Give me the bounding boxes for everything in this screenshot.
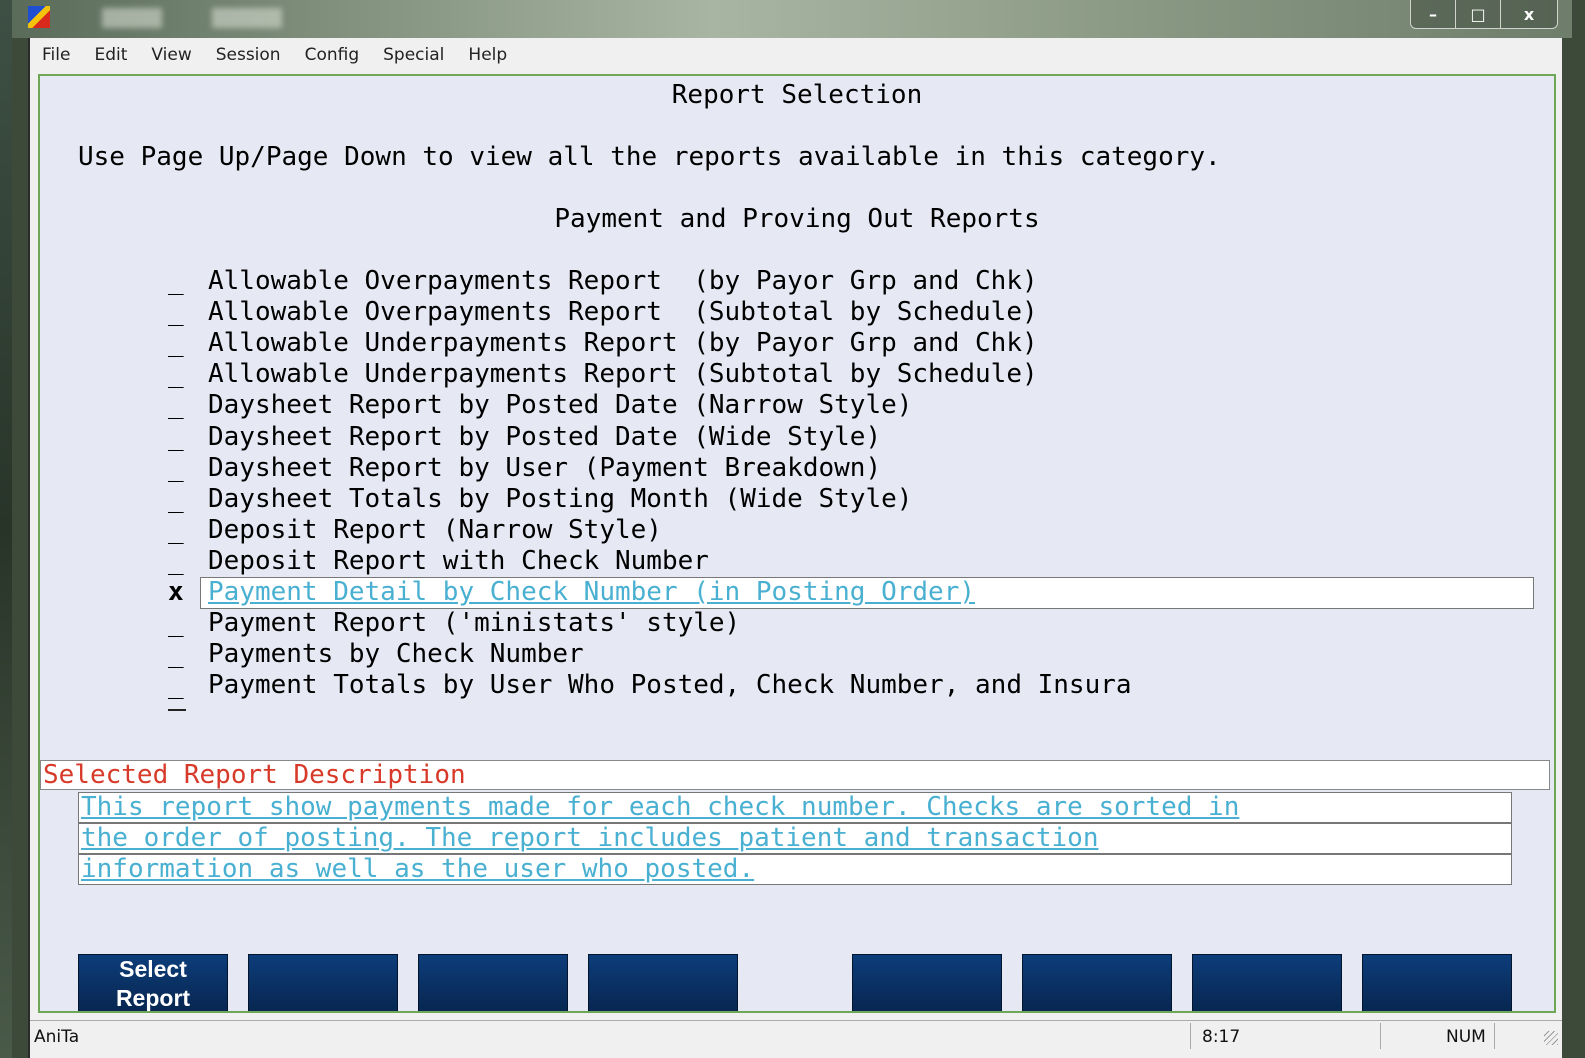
status-user: AniTa — [34, 1027, 80, 1047]
menu-help[interactable]: Help — [456, 45, 519, 65]
description-text: information as well as the user who post… — [81, 854, 755, 884]
report-label: Daysheet Report by Posted Date (Narrow S… — [208, 390, 913, 421]
description-line[interactable]: This report show payments made for each … — [78, 792, 1512, 823]
report-item[interactable]: _ Allowable Underpayments Report (by Payo… — [168, 328, 1532, 359]
report-label: Payment Report ('ministats' style) — [208, 608, 741, 639]
function-key-2[interactable] — [248, 954, 398, 1011]
report-label: Deposit Report (Narrow Style) — [208, 514, 662, 545]
app-icon[interactable] — [28, 6, 50, 28]
window-controls: – □ x — [1410, 0, 1558, 29]
report-item[interactable]: _ Deposit Report with Check Number — [168, 546, 1532, 577]
function-key-5[interactable] — [852, 954, 1002, 1011]
report-item[interactable]: _ Allowable Overpayments Report (by Payor… — [168, 266, 1532, 297]
report-item[interactable]: _ Payment Totals by User Who Posted, Chec… — [168, 670, 1532, 701]
title-text-blurred — [102, 8, 162, 28]
report-label: Allowable Overpayments Report (by Payor … — [208, 266, 1038, 296]
report-label: Allowable Underpayments Report (Subtotal… — [208, 359, 1038, 390]
description-line[interactable]: information as well as the user who post… — [78, 854, 1512, 885]
report-checkbox[interactable]: _ — [168, 639, 192, 670]
function-key-7[interactable] — [1192, 954, 1342, 1011]
report-label: Payment Detail by Check Number (in Posti… — [208, 577, 976, 607]
select-report-button[interactable]: Select Report — [78, 954, 228, 1011]
menu-edit[interactable]: Edit — [82, 45, 139, 65]
status-divider — [1494, 1023, 1495, 1049]
report-item[interactable]: _ Deposit Report (Narrow Style) — [168, 515, 1532, 546]
description-header-label: Selected Report Description — [43, 760, 466, 790]
report-checkbox[interactable]: _ — [168, 422, 192, 453]
status-numlock: NUM — [1446, 1027, 1486, 1047]
description-text: the order of posting. The report include… — [81, 823, 1099, 853]
maximize-icon[interactable]: □ — [1455, 0, 1500, 28]
close-icon[interactable]: x — [1500, 0, 1557, 28]
report-item[interactable]: _ Daysheet Report by User (Payment Breakd… — [168, 453, 1532, 484]
menu-config[interactable]: Config — [293, 45, 372, 65]
category-title: Payment and Proving Out Reports — [554, 204, 1040, 234]
menu-file[interactable]: File — [30, 45, 82, 65]
menu-bar: File Edit View Session Config Special He… — [30, 38, 1562, 72]
function-key-3[interactable] — [418, 954, 568, 1011]
resize-grip-icon[interactable] — [1544, 1031, 1558, 1045]
report-checkbox[interactable]: x — [168, 577, 192, 608]
status-time: 8:17 — [1202, 1027, 1241, 1047]
report-label: Payment Totals by User Who Posted, Check… — [208, 670, 1132, 701]
report-checkbox[interactable]: _ — [168, 546, 192, 577]
report-label: Daysheet Report by User (Payment Breakdo… — [208, 452, 882, 483]
report-item[interactable]: _ Daysheet Report by Posted Date (Wide St… — [168, 422, 1532, 453]
minimize-icon[interactable]: – — [1411, 0, 1455, 28]
title-text-blurred-2 — [212, 8, 282, 28]
report-item[interactable]: _ Payment Report ('ministats' style) — [168, 608, 1532, 639]
report-label: Allowable Underpayments Report (by Payor… — [208, 328, 1038, 359]
report-checkbox[interactable]: _ — [168, 453, 192, 484]
report-checkbox[interactable]: _ — [168, 266, 192, 297]
function-key-6[interactable] — [1022, 954, 1172, 1011]
report-label: Daysheet Totals by Posting Month (Wide S… — [208, 483, 913, 514]
menu-special[interactable]: Special — [371, 45, 456, 65]
menu-view[interactable]: View — [139, 45, 203, 65]
instruction-text: Use Page Up/Page Down to view all the re… — [78, 142, 1221, 172]
status-divider — [1190, 1023, 1191, 1049]
app-window: File Edit View Session Config Special He… — [28, 38, 1562, 1058]
function-key-4[interactable] — [588, 954, 738, 1011]
page-title: Report Selection — [671, 80, 923, 110]
report-checkbox[interactable]: _ — [168, 359, 192, 390]
status-divider — [1380, 1023, 1381, 1049]
desktop-edge — [0, 0, 12, 1058]
menu-session[interactable]: Session — [204, 45, 293, 65]
terminal-screen[interactable]: Report Selection Use Page Up/Page Down t… — [38, 74, 1556, 1013]
report-checkbox[interactable]: _ — [168, 328, 192, 359]
report-item[interactable]: _ Daysheet Totals by Posting Month (Wide … — [168, 484, 1532, 515]
report-label: Daysheet Report by Posted Date (Wide Sty… — [208, 421, 882, 452]
report-checkbox[interactable]: _ — [168, 670, 192, 701]
report-item[interactable]: _ Daysheet Report by Posted Date (Narrow … — [168, 390, 1532, 421]
report-label: Allowable Overpayments Report (Subtotal … — [208, 297, 1038, 328]
report-checkbox[interactable]: _ — [168, 515, 192, 546]
report-item[interactable]: _ Payments by Check Number — [168, 639, 1532, 670]
empty-report-slot[interactable] — [168, 709, 192, 711]
description-text: This report show payments made for each … — [81, 792, 1240, 822]
report-item[interactable]: _ Allowable Underpayments Report (Subtota… — [168, 359, 1532, 390]
report-checkbox[interactable]: _ — [168, 297, 192, 328]
description-header: Selected Report Description — [40, 760, 1550, 790]
report-label: Payments by Check Number — [208, 639, 584, 670]
title-bar[interactable]: – □ x — [12, 0, 1572, 38]
report-checkbox[interactable]: _ — [168, 484, 192, 515]
report-checkbox[interactable]: _ — [168, 390, 192, 421]
function-key-8[interactable] — [1362, 954, 1512, 1011]
report-item[interactable]: _ Allowable Overpayments Report (Subtotal… — [168, 297, 1532, 328]
select-report-label: Select Report — [115, 956, 191, 1011]
report-item[interactable]: x Payment Detail by Check Number (in Post… — [168, 577, 1534, 609]
description-line[interactable]: the order of posting. The report include… — [78, 823, 1512, 854]
report-checkbox[interactable]: _ — [168, 608, 192, 639]
status-bar: AniTa 8:17 NUM — [30, 1020, 1562, 1051]
report-label: Deposit Report with Check Number — [208, 545, 709, 576]
